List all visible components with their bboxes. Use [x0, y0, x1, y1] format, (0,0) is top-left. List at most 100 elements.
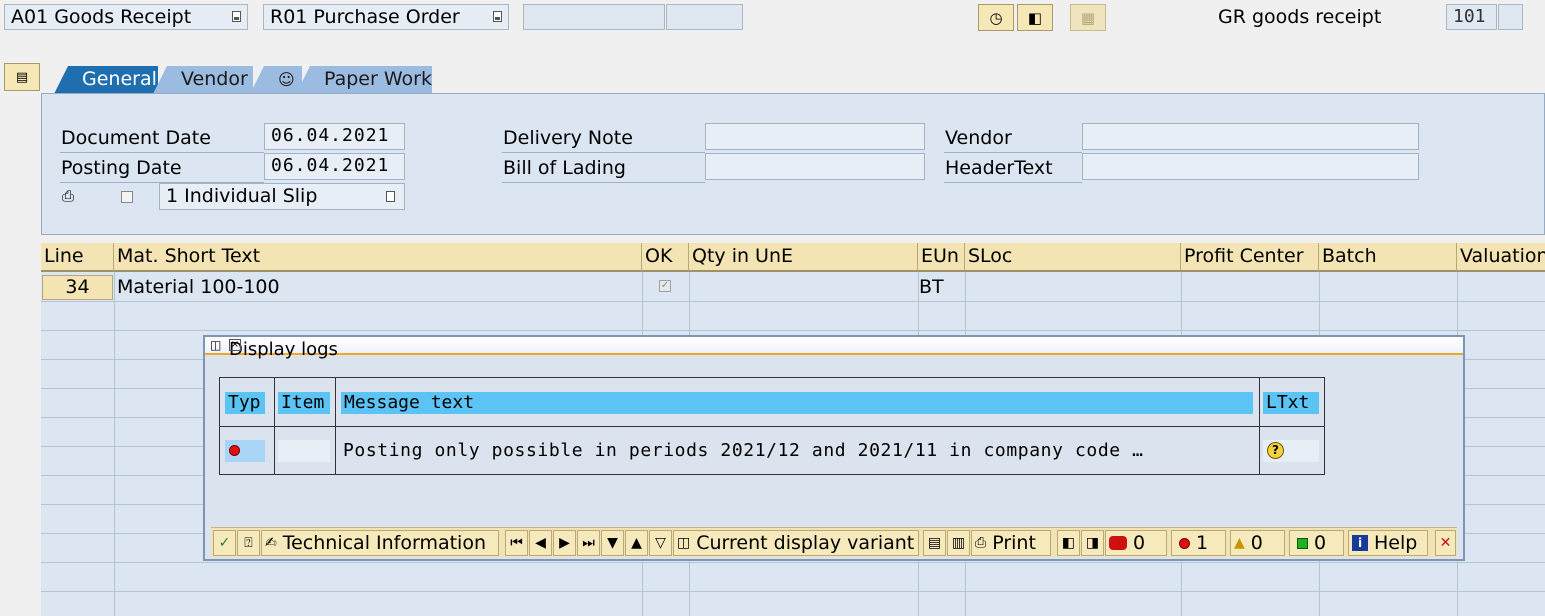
sort-descending-button[interactable]: ▽: [649, 530, 672, 556]
action-select[interactable]: A01 Goods Receipt: [4, 4, 248, 30]
error-messages-button[interactable]: 1: [1171, 530, 1226, 556]
error-icon: [229, 445, 240, 456]
question-icon: ⍰: [244, 535, 253, 551]
header-text-field[interactable]: [1082, 153, 1419, 180]
document-date-field[interactable]: 06.04.2021: [264, 123, 405, 150]
line-number[interactable]: 34: [42, 275, 113, 300]
tab-paper-work[interactable]: Paper Work: [296, 66, 432, 94]
save-layout-button[interactable]: ▥: [947, 530, 970, 556]
log-column-item[interactable]: Item: [278, 392, 330, 414]
reference-select[interactable]: R01 Purchase Order: [263, 4, 509, 30]
movement-type-extra[interactable]: [1498, 4, 1523, 30]
unit-value: BT: [919, 276, 944, 298]
binoculars-icon: ◧: [1027, 8, 1043, 27]
binoculars-icon: ◧: [1061, 535, 1076, 551]
tab-partners[interactable]: ☺: [250, 66, 302, 94]
log-column-message[interactable]: Message text: [341, 392, 1253, 414]
movement-type-field[interactable]: 101: [1446, 4, 1497, 30]
next-icon: ▶: [559, 535, 570, 551]
help-button[interactable]: i Help: [1348, 530, 1428, 556]
sort-ascending-button[interactable]: ▲: [625, 530, 648, 556]
slip-select[interactable]: 1 Individual Slip: [159, 183, 405, 210]
dropdown-icon: [232, 11, 241, 22]
ok-checkbox[interactable]: ✓: [659, 280, 671, 292]
movement-type-label: GR goods receipt: [1218, 6, 1382, 28]
reference-number-input[interactable]: [523, 4, 665, 30]
last-page-button[interactable]: ⏭: [577, 530, 600, 556]
find-next-button[interactable]: ◨: [1081, 530, 1104, 556]
bill-of-lading-label: Bill of Lading: [503, 157, 626, 179]
warning-icon: ▲: [1234, 535, 1245, 551]
save-layout-icon: ▥: [951, 535, 966, 551]
technical-information-button[interactable]: ✍ Technical Information: [261, 530, 499, 556]
collapse-icon: ▤: [15, 69, 29, 85]
warning-messages-button[interactable]: ▲ 0: [1230, 530, 1285, 556]
last-page-icon: ⏭: [582, 535, 595, 551]
technical-icon: ✍: [265, 535, 277, 551]
document-date-label: Document Date: [61, 127, 211, 149]
longtext-button[interactable]: ⍰: [237, 530, 260, 556]
column-header-batch[interactable]: Batch: [1319, 243, 1457, 272]
success-messages-button[interactable]: 0: [1289, 530, 1344, 556]
sort-descending-icon: ▽: [655, 535, 666, 551]
column-header-eun[interactable]: EUn: [918, 243, 965, 272]
current-display-variant-button[interactable]: ◫ Current display variant: [673, 530, 919, 556]
header-text-label: HeaderText: [945, 157, 1053, 179]
binoculars-plus-icon: ◨: [1085, 535, 1100, 551]
printer-icon: ⎙: [975, 535, 987, 551]
tab-vendor[interactable]: Vendor: [153, 66, 253, 94]
column-header-text[interactable]: Mat. Short Text: [114, 243, 642, 272]
delivery-note-label: Delivery Note: [503, 127, 633, 149]
print-checkbox[interactable]: [121, 191, 133, 203]
delivery-note-field[interactable]: [705, 123, 925, 150]
choose-layout-icon: ▤: [927, 535, 942, 551]
log-table: Typ Item Message text LTxt Posting only …: [219, 377, 1325, 475]
log-column-typ[interactable]: Typ: [225, 392, 265, 414]
dialog-toolbar: ✓ ⍰ ✍ Technical Information ⏮ ◀ ▶ ⏭ ▼ ▲ …: [211, 527, 1457, 557]
next-page-button[interactable]: ▶: [553, 530, 576, 556]
log-column-ltxt[interactable]: LTxt: [1263, 392, 1319, 414]
material-text: Material 100-100: [117, 276, 280, 298]
cancel-button[interactable]: ✕: [1435, 530, 1456, 556]
continue-button[interactable]: ✓: [213, 530, 236, 556]
bill-of-lading-field[interactable]: [705, 153, 925, 180]
filter-icon: ▼: [607, 535, 618, 551]
cancel-icon: ✕: [1439, 535, 1452, 551]
column-header-ok[interactable]: OK: [642, 243, 689, 272]
choose-layout-button[interactable]: ▤: [923, 530, 946, 556]
column-header-valuation[interactable]: Valuation: [1457, 243, 1545, 272]
tab-general[interactable]: General: [54, 66, 158, 94]
stop-icon: [1109, 536, 1127, 550]
layout-icon: ◫: [677, 535, 691, 551]
log-message-text: Posting only possible in periods 2021/12…: [343, 440, 1144, 461]
previous-page-button[interactable]: ◀: [529, 530, 552, 556]
stop-messages-button[interactable]: 0: [1105, 530, 1167, 556]
first-page-button[interactable]: ⏮: [505, 530, 528, 556]
people-icon: ☺: [278, 70, 295, 89]
help-icon[interactable]: ?: [1267, 442, 1284, 459]
dialog-title-bar: ◫ Display logs ×: [205, 337, 1463, 360]
print-button[interactable]: ⎙ Print: [971, 530, 1051, 556]
header-panel: Document Date 06.04.2021 Posting Date 06…: [41, 93, 1545, 235]
column-header-profit-center[interactable]: Profit Center: [1181, 243, 1319, 272]
column-header-line[interactable]: Line: [41, 243, 114, 272]
grid-settings-button[interactable]: ▦: [1070, 4, 1106, 31]
find-button[interactable]: ◧: [1017, 4, 1053, 31]
column-header-qty[interactable]: Qty in UnE: [689, 243, 918, 272]
find-button[interactable]: ◧: [1057, 530, 1080, 556]
close-icon[interactable]: ×: [229, 339, 241, 351]
success-icon: [1297, 537, 1308, 549]
dialog-title: Display logs: [229, 339, 338, 360]
dropdown-icon: [493, 11, 502, 22]
execute-button[interactable]: ◷: [978, 4, 1014, 31]
clock-icon: ◷: [989, 8, 1003, 27]
posting-date-field[interactable]: 06.04.2021: [264, 153, 405, 180]
previous-icon: ◀: [535, 535, 546, 551]
table-icon: ▦: [1080, 8, 1096, 27]
reference-item-input[interactable]: [666, 4, 743, 30]
header-toggle-button[interactable]: ▤: [4, 63, 40, 91]
vendor-field[interactable]: [1082, 123, 1419, 150]
column-header-sloc[interactable]: SLoc: [965, 243, 1181, 272]
info-icon: i: [1352, 535, 1368, 551]
filter-button[interactable]: ▼: [601, 530, 624, 556]
